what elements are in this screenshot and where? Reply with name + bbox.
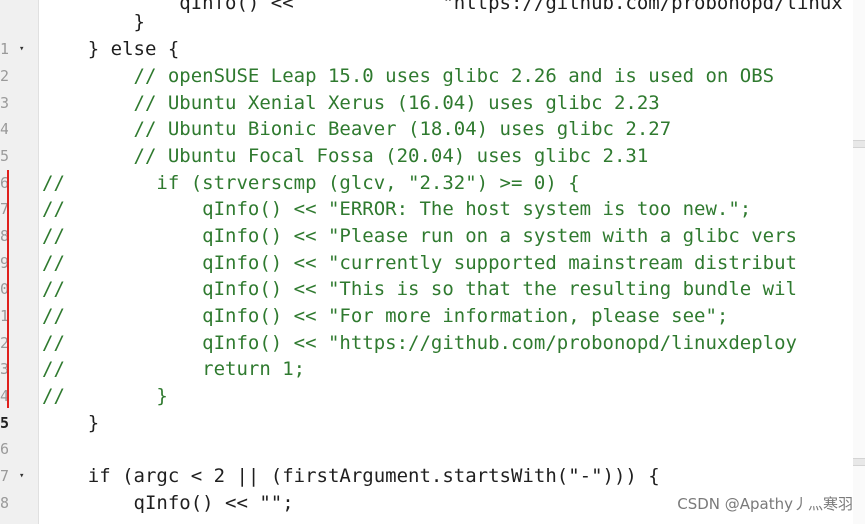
line-number: 7 xyxy=(0,467,8,485)
line-number: 5 xyxy=(0,147,8,165)
code-line-commented: // qInfo() << "ERROR: The host system is… xyxy=(42,198,752,220)
line-number: 2 xyxy=(0,67,8,85)
code-line: // Ubuntu Bionic Beaver (18.04) uses gli… xyxy=(42,118,672,140)
line-number: 8 xyxy=(0,494,8,512)
line-number-current: 5 xyxy=(0,414,8,432)
code-line: // Ubuntu Focal Fossa (20.04) uses glibc… xyxy=(42,145,649,167)
fold-toggle-icon[interactable]: ▾ xyxy=(19,45,27,54)
code-line-commented: // qInfo() << "For more information, ple… xyxy=(42,305,729,327)
line-number: 4 xyxy=(0,120,8,138)
code-line-commented: // qInfo() << "https://github.com/probon… xyxy=(42,332,797,354)
code-line: // openSUSE Leap 15.0 uses glibc 2.26 an… xyxy=(42,65,775,87)
code-line: qInfo() << ""; xyxy=(42,492,294,514)
watermark: CSDN @Apathy丿灬寒羽 xyxy=(677,495,853,513)
code-line-commented: // } xyxy=(42,385,168,407)
change-marker-bar xyxy=(7,170,9,408)
code-line: } xyxy=(42,11,145,33)
code-line: qInfo() << "https://github.com/probonopd… xyxy=(42,0,843,14)
code-line-commented: // return 1; xyxy=(42,358,306,380)
line-number: 6 xyxy=(0,440,8,458)
line-number-gutter: 1 ▾ 2 3 4 5 6 7 8 9 0 1 2 3 4 5 6 7 ▾ 8 xyxy=(0,0,39,524)
code-line-commented: // qInfo() << "This is so that the resul… xyxy=(42,278,797,300)
line-number: 3 xyxy=(0,94,8,112)
vertical-scrollbar[interactable] xyxy=(853,0,865,524)
code-editor[interactable]: qInfo() << "https://github.com/probonopd… xyxy=(42,0,865,524)
code-line: } else { xyxy=(42,38,180,60)
line-number: 1 xyxy=(0,40,8,58)
code-line: if (argc < 2 || (firstArgument.startsWit… xyxy=(42,465,660,487)
scrollbar-marker xyxy=(853,458,865,466)
code-line-commented: // qInfo() << "currently supported mains… xyxy=(42,252,797,274)
code-line-commented: // qInfo() << "Please run on a system wi… xyxy=(42,225,797,247)
fold-toggle-icon[interactable]: ▾ xyxy=(19,472,27,481)
code-line: // Ubuntu Xenial Xerus (16.04) uses glib… xyxy=(42,92,660,114)
code-line: } xyxy=(42,412,100,434)
code-line-commented: // if (strverscmp (glcv, "2.32") >= 0) { xyxy=(42,172,580,194)
scrollbar-marker xyxy=(853,140,865,148)
